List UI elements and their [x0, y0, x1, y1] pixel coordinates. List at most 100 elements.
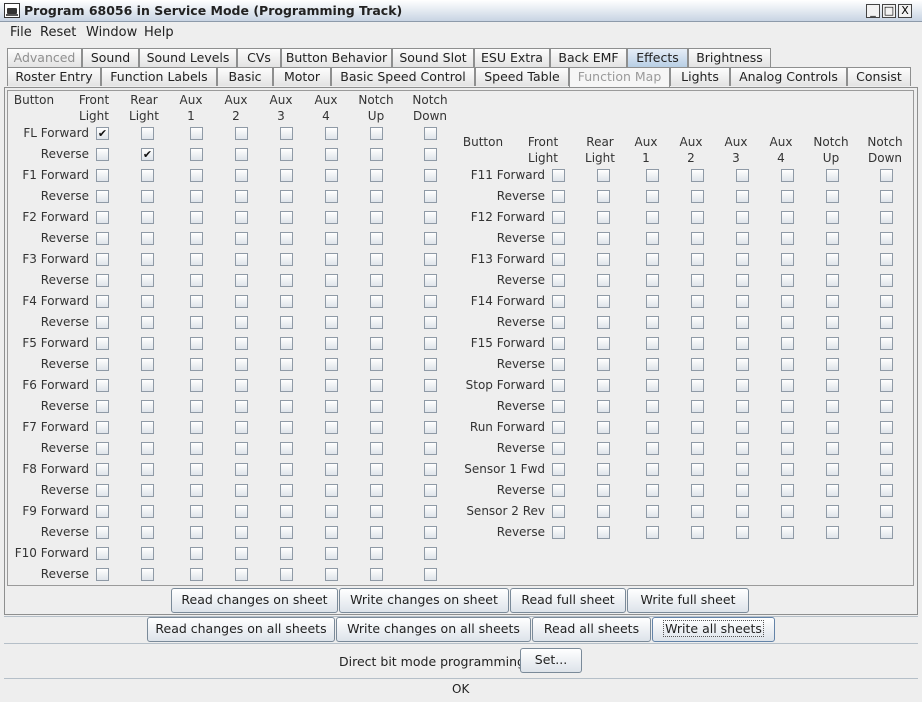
- checkbox-reverse-aux-4[interactable]: [781, 190, 794, 203]
- checkbox-reverse-aux-2[interactable]: [691, 190, 704, 203]
- checkbox-f14-forward-rear-light[interactable]: [597, 295, 610, 308]
- checkbox-reverse-front-light[interactable]: [96, 568, 109, 581]
- checkbox-f11-forward-aux-3[interactable]: [736, 169, 749, 182]
- checkbox-reverse-aux-3[interactable]: [280, 232, 293, 245]
- checkbox-f2-forward-rear-light[interactable]: [141, 211, 154, 224]
- checkbox-run-forward-front-light[interactable]: [552, 421, 565, 434]
- checkbox-f6-forward-aux-3[interactable]: [280, 379, 293, 392]
- checkbox-reverse-notch-up[interactable]: [370, 316, 383, 329]
- checkbox-reverse-aux-1[interactable]: [646, 484, 659, 497]
- checkbox-f10-forward-notch-up[interactable]: [370, 547, 383, 560]
- checkbox-reverse-aux-2[interactable]: [235, 568, 248, 581]
- checkbox-reverse-notch-up[interactable]: [370, 526, 383, 539]
- checkbox-f12-forward-aux-4[interactable]: [781, 211, 794, 224]
- checkbox-reverse-rear-light[interactable]: [597, 526, 610, 539]
- checkbox-reverse-front-light[interactable]: [552, 442, 565, 455]
- tab-back-emf[interactable]: Back EMF: [550, 48, 627, 67]
- checkbox-reverse-notch-down[interactable]: [880, 232, 893, 245]
- checkbox-f1-forward-front-light[interactable]: [96, 169, 109, 182]
- checkbox-stop-forward-notch-up[interactable]: [826, 379, 839, 392]
- checkbox-fl-forward-aux-4[interactable]: [325, 127, 338, 140]
- tab-lights[interactable]: Lights: [670, 67, 730, 86]
- checkbox-sensor-2-rev-notch-down[interactable]: [880, 505, 893, 518]
- checkbox-reverse-rear-light[interactable]: [597, 190, 610, 203]
- checkbox-reverse-rear-light[interactable]: [141, 316, 154, 329]
- checkbox-reverse-notch-down[interactable]: [880, 274, 893, 287]
- tab-analog-controls[interactable]: Analog Controls: [730, 67, 847, 86]
- checkbox-sensor-2-rev-aux-3[interactable]: [736, 505, 749, 518]
- checkbox-reverse-notch-up[interactable]: [826, 484, 839, 497]
- checkbox-reverse-aux-2[interactable]: [235, 442, 248, 455]
- checkbox-reverse-aux-3[interactable]: [280, 148, 293, 161]
- menu-window[interactable]: Window: [86, 25, 137, 40]
- checkbox-reverse-aux-1[interactable]: [190, 232, 203, 245]
- maximize-button[interactable]: □: [882, 4, 896, 18]
- checkbox-f15-forward-notch-up[interactable]: [826, 337, 839, 350]
- tab-roster-entry[interactable]: Roster Entry: [7, 67, 101, 86]
- checkbox-f9-forward-aux-2[interactable]: [235, 505, 248, 518]
- tab-speed-table[interactable]: Speed Table: [475, 67, 569, 86]
- checkbox-sensor-1-fwd-aux-4[interactable]: [781, 463, 794, 476]
- checkbox-f7-forward-aux-3[interactable]: [280, 421, 293, 434]
- checkbox-reverse-notch-down[interactable]: [880, 358, 893, 371]
- checkbox-reverse-front-light[interactable]: [552, 400, 565, 413]
- tab-basic-speed-control[interactable]: Basic Speed Control: [331, 67, 475, 86]
- checkbox-f1-forward-aux-4[interactable]: [325, 169, 338, 182]
- checkbox-f13-forward-front-light[interactable]: [552, 253, 565, 266]
- checkbox-reverse-aux-3[interactable]: [280, 526, 293, 539]
- checkbox-f8-forward-aux-4[interactable]: [325, 463, 338, 476]
- checkbox-reverse-rear-light[interactable]: [597, 316, 610, 329]
- close-button[interactable]: X: [898, 4, 912, 18]
- tab-brightness[interactable]: Brightness: [688, 48, 771, 67]
- checkbox-f15-forward-aux-4[interactable]: [781, 337, 794, 350]
- checkbox-reverse-notch-up[interactable]: [826, 442, 839, 455]
- checkbox-f6-forward-aux-4[interactable]: [325, 379, 338, 392]
- checkbox-reverse-aux-4[interactable]: [325, 568, 338, 581]
- checkbox-reverse-aux-3[interactable]: [736, 358, 749, 371]
- checkbox-f15-forward-notch-down[interactable]: [880, 337, 893, 350]
- checkbox-reverse-aux-2[interactable]: [691, 400, 704, 413]
- checkbox-reverse-aux-1[interactable]: [646, 400, 659, 413]
- tab-function-labels[interactable]: Function Labels: [101, 67, 217, 86]
- checkbox-reverse-notch-up[interactable]: [826, 400, 839, 413]
- checkbox-reverse-notch-down[interactable]: [880, 526, 893, 539]
- checkbox-f5-forward-aux-1[interactable]: [190, 337, 203, 350]
- checkbox-reverse-aux-2[interactable]: [691, 526, 704, 539]
- checkbox-reverse-front-light[interactable]: [96, 484, 109, 497]
- checkbox-f10-forward-front-light[interactable]: [96, 547, 109, 560]
- checkbox-reverse-front-light[interactable]: [96, 232, 109, 245]
- checkbox-f15-forward-aux-1[interactable]: [646, 337, 659, 350]
- menu-help[interactable]: Help: [144, 25, 174, 40]
- minimize-button[interactable]: _: [866, 4, 880, 18]
- checkbox-reverse-notch-up[interactable]: [826, 232, 839, 245]
- checkbox-reverse-notch-up[interactable]: [370, 190, 383, 203]
- checkbox-f7-forward-aux-4[interactable]: [325, 421, 338, 434]
- checkbox-fl-forward-aux-1[interactable]: [190, 127, 203, 140]
- checkbox-f2-forward-aux-4[interactable]: [325, 211, 338, 224]
- checkbox-f5-forward-aux-4[interactable]: [325, 337, 338, 350]
- checkbox-reverse-aux-1[interactable]: [646, 316, 659, 329]
- checkbox-reverse-aux-2[interactable]: [235, 358, 248, 371]
- write-full-sheet-button[interactable]: Write full sheet: [627, 588, 749, 613]
- checkbox-reverse-notch-up[interactable]: [370, 568, 383, 581]
- checkbox-reverse-aux-4[interactable]: [781, 526, 794, 539]
- checkbox-reverse-aux-2[interactable]: [691, 232, 704, 245]
- checkbox-reverse-rear-light[interactable]: [597, 484, 610, 497]
- checkbox-reverse-aux-4[interactable]: [781, 484, 794, 497]
- checkbox-reverse-aux-1[interactable]: [190, 568, 203, 581]
- checkbox-f9-forward-aux-3[interactable]: [280, 505, 293, 518]
- checkbox-sensor-2-rev-aux-4[interactable]: [781, 505, 794, 518]
- checkbox-sensor-2-rev-front-light[interactable]: [552, 505, 565, 518]
- checkbox-reverse-aux-4[interactable]: [325, 442, 338, 455]
- checkbox-reverse-aux-1[interactable]: [646, 274, 659, 287]
- checkbox-f12-forward-aux-2[interactable]: [691, 211, 704, 224]
- checkbox-reverse-aux-1[interactable]: [190, 400, 203, 413]
- checkbox-reverse-aux-3[interactable]: [280, 316, 293, 329]
- checkbox-reverse-notch-down[interactable]: [880, 484, 893, 497]
- read-changes-on-sheet-button[interactable]: Read changes on sheet: [171, 588, 338, 613]
- checkbox-f9-forward-aux-1[interactable]: [190, 505, 203, 518]
- checkbox-f8-forward-aux-3[interactable]: [280, 463, 293, 476]
- checkbox-reverse-front-light[interactable]: [96, 358, 109, 371]
- checkbox-f14-forward-notch-down[interactable]: [880, 295, 893, 308]
- checkbox-reverse-rear-light[interactable]: [141, 568, 154, 581]
